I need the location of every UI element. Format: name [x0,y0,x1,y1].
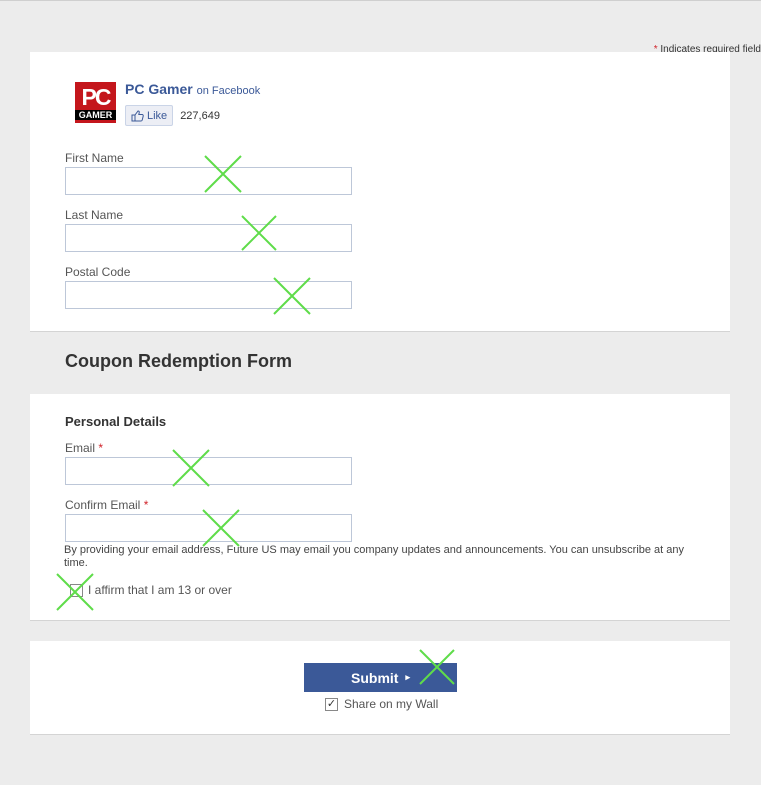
age-checkbox[interactable] [70,583,83,597]
share-on-wall: ✓ Share on my Wall [325,697,438,711]
share-checkbox[interactable]: ✓ [325,697,338,711]
form-title: Coupon Redemption Form [65,351,292,371]
postal-code-label: Postal Code [65,265,131,279]
arrow-right-icon: ▸ [405,672,410,682]
required-star: * [98,441,104,455]
first-name-field[interactable] [65,167,352,195]
logo-gamer-text: GAMER [75,109,116,120]
email-field[interactable] [65,457,352,485]
email-label-text: Email [65,441,96,455]
on-facebook-text: on Facebook [196,85,261,97]
confirm-email-label-text: Confirm Email [65,498,141,512]
share-label[interactable]: Share on my Wall [344,697,438,711]
age-affirm-label[interactable]: I affirm that I am 13 or over [88,583,232,597]
email-disclaimer: By providing your email address, Future … [64,544,685,569]
submit-panel: Submit ▸ ✓ Share on my Wall [30,641,730,735]
page-name: PC Gamer on Facebook [125,81,260,97]
submit-button[interactable]: Submit ▸ [304,663,457,692]
personal-details-panel: Personal Details Email * Confirm Email *… [30,394,730,621]
email-label: Email * [65,441,103,455]
age-affirmation: I affirm that I am 13 or over [70,583,232,597]
page-info-panel: PC GAMER PC Gamer on Facebook Like 227,6… [30,52,730,332]
page-name-link[interactable]: PC Gamer [125,81,193,97]
last-name-field[interactable] [65,224,352,252]
like-row: Like 227,649 [125,105,220,126]
thumbs-up-icon [131,109,144,121]
last-name-label: Last Name [65,208,124,222]
first-name-label: First Name [65,151,124,165]
like-label: Like [147,109,168,122]
confirm-email-label: Confirm Email * [65,498,148,512]
required-star: * [143,498,149,512]
like-count: 227,649 [180,109,220,122]
postal-code-field[interactable] [65,281,352,309]
confirm-email-field[interactable] [65,514,352,542]
top-border [0,0,761,1]
submit-label: Submit [351,669,399,686]
section-title: Personal Details [65,414,167,429]
logo-pc-text: PC [81,83,112,110]
like-button[interactable]: Like [125,105,174,126]
pc-gamer-logo[interactable]: PC GAMER [75,82,116,123]
